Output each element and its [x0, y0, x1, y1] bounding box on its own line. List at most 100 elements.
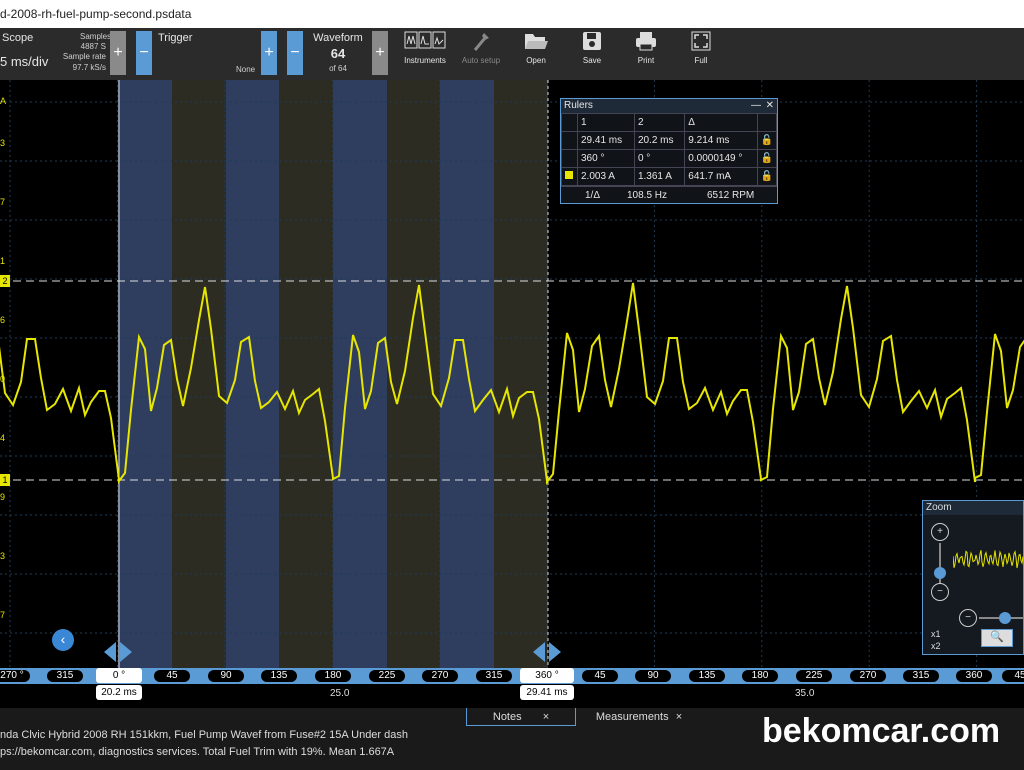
minimize-icon[interactable]: — — [751, 99, 761, 113]
y-tick-label: 0 — [0, 374, 6, 384]
y-tick-label: 7 — [0, 610, 6, 620]
open-button[interactable]: Open — [518, 30, 554, 65]
close-icon[interactable]: × — [676, 711, 682, 723]
instruments-button[interactable]: Instruments — [400, 30, 450, 65]
period-band — [279, 80, 333, 670]
waveform-number[interactable]: 64 — [306, 46, 370, 61]
period-band — [494, 80, 548, 670]
angle-tick-label: 90 — [635, 670, 671, 682]
trigger-plus-button[interactable]: + — [261, 31, 277, 75]
ruler2-handle[interactable] — [529, 640, 565, 664]
sample-rate-value[interactable]: 97.7 kS/s — [62, 63, 106, 72]
trigger-mode[interactable]: None — [236, 65, 255, 74]
x-axis[interactable]: 270 ° 315 45 90 135 180 225 270 315 45 90 135 180 225… — [0, 668, 1024, 708]
save-button[interactable]: Save — [574, 30, 610, 65]
zoom-title: Zoom — [923, 501, 1023, 515]
ruler1-readout[interactable]: 0 ° 20.2 ms — [96, 668, 142, 702]
y-tick-label: 7 — [0, 197, 6, 207]
waveform-plus-button[interactable]: + — [372, 31, 388, 75]
angle-tick-label: 225 — [369, 670, 405, 682]
instruments-icon — [404, 31, 446, 49]
trigger-minus-button[interactable]: − — [136, 31, 152, 75]
ruler-marker-top[interactable]: 2 — [0, 275, 10, 287]
notes-line-1[interactable]: nda Clvic Hybrid 2008 RH 151kkm, Fuel Pu… — [0, 729, 408, 741]
rulers-cell: 641.7 mA — [684, 167, 758, 186]
angle-tick-label: 270 — [850, 670, 886, 682]
zoom-slider-handle[interactable] — [934, 567, 946, 579]
sample-rate-label: Sample rate — [62, 52, 106, 61]
ruler2-angle: 360 ° — [520, 668, 574, 683]
close-icon[interactable]: ✕ — [766, 99, 774, 113]
ruler-handle-icon — [104, 642, 132, 662]
chevron-left-icon: ‹ — [60, 631, 66, 647]
tab-measurements[interactable]: Measurements × — [580, 708, 698, 726]
rulers-cell: 0 ° — [633, 149, 686, 168]
tab-notes[interactable]: Notes × — [466, 708, 576, 726]
angle-tick-label: 45 — [582, 670, 618, 682]
zoom-tool-button[interactable]: 🔍 — [981, 629, 1013, 647]
notes-line-2[interactable]: ps://bekomcar.com, diagnostics services.… — [0, 746, 394, 758]
y-tick-label: 4 — [0, 433, 6, 443]
auto-setup-button[interactable]: Auto setup — [458, 30, 504, 65]
zoom-h-minus-button[interactable]: − — [959, 609, 977, 627]
trigger-label: Trigger — [158, 32, 193, 44]
samples-label: Samples — [80, 32, 112, 41]
rulers-cell: 0.0000149 ° — [684, 149, 758, 168]
angle-tick-label: 360 — [956, 670, 992, 682]
scope-label: Scope — [2, 32, 34, 44]
zoom-out-button[interactable]: − — [931, 583, 949, 601]
instruments-label: Instruments — [404, 56, 446, 65]
rpm-value: 6512 RPM — [707, 190, 755, 201]
scroll-left-button[interactable]: ‹ — [52, 629, 74, 651]
rulers-panel[interactable]: Rulers — ✕ 12Δ 29.41 ms 20.2 ms 9.214 ms 🔓 … — [560, 98, 778, 204]
full-button[interactable]: Full — [684, 30, 718, 65]
angle-tick-label: 135 — [261, 670, 297, 682]
samples-plus-button[interactable]: + — [110, 31, 126, 75]
plot-canvas[interactable] — [0, 80, 1024, 670]
y-tick-label: 3 — [0, 138, 6, 148]
rulers-cell: 9.214 ms — [684, 131, 758, 150]
y-tick-label: 1 — [0, 256, 6, 266]
close-icon[interactable]: × — [543, 711, 549, 723]
angle-tick-label: 225 — [796, 670, 832, 682]
rulers-cell: 2.003 A — [577, 167, 635, 186]
print-button[interactable]: Print — [628, 30, 664, 65]
time-label: 35.0 — [795, 688, 815, 699]
print-label: Print — [637, 56, 655, 65]
zoom-h-slider-handle[interactable] — [999, 612, 1011, 624]
period-band — [440, 80, 494, 670]
zoom-preview[interactable] — [953, 519, 1024, 599]
title-bar: d-2008-rh-fuel-pump-second.psdata — [0, 0, 1024, 28]
zoom-panel[interactable]: Zoom + − − x1 x2 🔍 — [922, 500, 1024, 655]
fullscreen-icon — [691, 31, 711, 51]
folder-icon — [525, 34, 548, 49]
time-label: 25.0 — [330, 688, 350, 699]
waveform-minus-button[interactable]: − — [287, 31, 303, 75]
y-tick-label: 3 — [0, 551, 6, 561]
period-band — [172, 80, 226, 670]
open-label: Open — [526, 56, 546, 65]
save-label: Save — [582, 56, 602, 65]
ruler2-readout[interactable]: 360 ° 29.41 ms — [520, 668, 574, 702]
ruler-marker-bottom[interactable]: 1 — [0, 474, 10, 486]
ruler1-time: 20.2 ms — [96, 685, 142, 700]
rulers-col-2: 2 — [633, 113, 686, 132]
waveform-label: Waveform — [313, 32, 363, 44]
lock-icon[interactable]: 🔓 — [756, 149, 778, 168]
rulers-cell: 360 ° — [577, 149, 635, 168]
ruler1-handle[interactable] — [100, 640, 136, 664]
waveform-of: of 64 — [329, 64, 347, 73]
rulers-col-delta: Δ — [684, 113, 758, 132]
rulers-cell: 20.2 ms — [633, 131, 686, 150]
period-band — [226, 80, 279, 670]
lock-icon[interactable]: 🔓 — [756, 167, 778, 186]
timebase-value[interactable]: 5 ms/div — [0, 54, 48, 69]
scope-plot[interactable]: 3 7 1 6 0 4 9 3 7 1 A 2 1 ‹ — [0, 80, 1024, 670]
lock-icon[interactable]: 🔓 — [756, 131, 778, 150]
samples-value[interactable]: 4887 S — [76, 42, 106, 51]
zoom-in-button[interactable]: + — [931, 523, 949, 541]
channel-color-swatch — [565, 171, 573, 179]
rulers-table: 12Δ 29.41 ms 20.2 ms 9.214 ms 🔓 360 ° 0 ° 0.0… — [561, 113, 778, 186]
angle-tick-label: 90 — [208, 670, 244, 682]
angle-tick-label: 270 ° — [0, 670, 30, 682]
